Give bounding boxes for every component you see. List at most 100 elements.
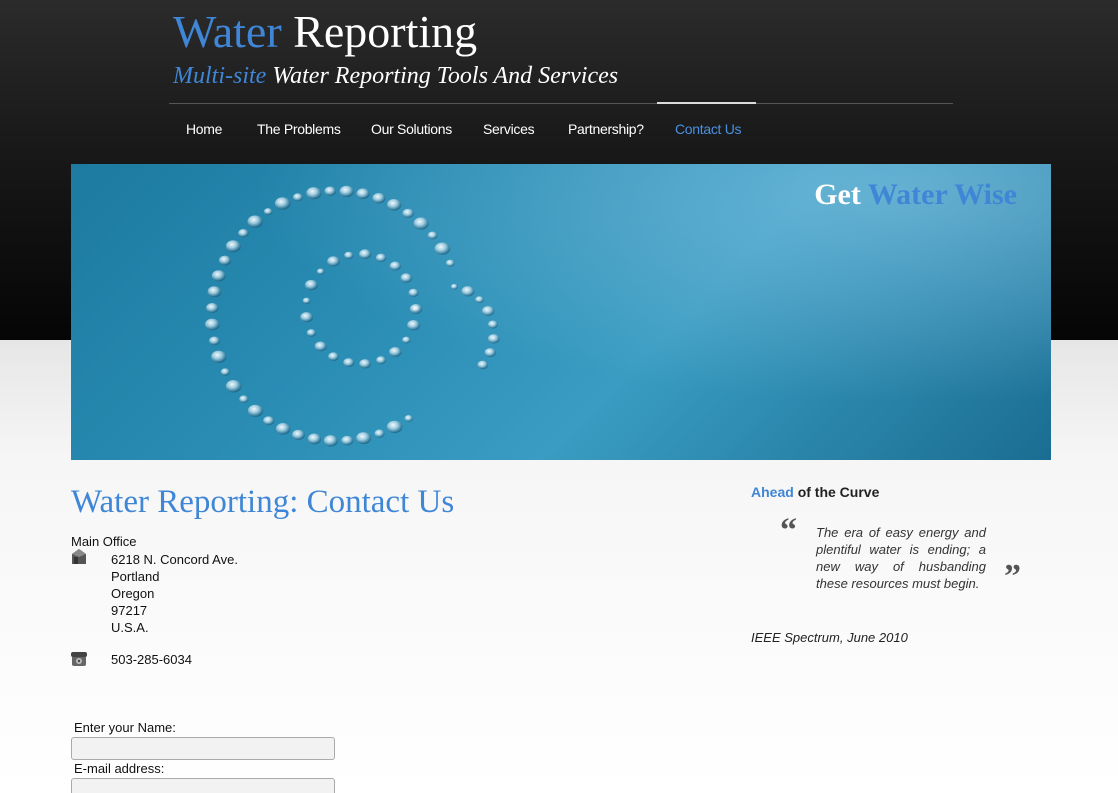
water-drop (372, 193, 386, 204)
active-tab-indicator (657, 102, 756, 104)
water-drop (413, 217, 429, 230)
water-drop (356, 432, 372, 445)
water-drop (328, 352, 339, 361)
water-drop (389, 347, 402, 357)
water-drop (475, 296, 484, 303)
water-drop (263, 208, 273, 216)
water-drop (225, 380, 242, 393)
water-drop (375, 253, 387, 262)
logo-title-water: Water (173, 6, 282, 57)
water-drop (324, 186, 336, 196)
header-divider (169, 103, 953, 104)
sidebar-heading: Ahead of the Curve (751, 484, 879, 500)
water-drop (477, 360, 489, 370)
main-nav: Home The Problems Our Solutions Services… (0, 121, 1118, 141)
tagline-multisite: Multi-site (173, 63, 267, 89)
water-drop (239, 395, 249, 403)
nav-contact-us[interactable]: Contact Us (675, 121, 742, 137)
water-drop (304, 279, 318, 291)
water-drop (487, 334, 500, 344)
banner-slogan-get: Get (814, 178, 861, 211)
water-drop (306, 187, 322, 200)
water-drop (339, 185, 354, 198)
water-drop (306, 329, 317, 337)
water-drop (218, 255, 232, 266)
sidebar-quote: The era of easy energy and plentiful wat… (816, 525, 986, 591)
water-drop (409, 304, 423, 314)
water-drop (450, 283, 458, 290)
water-drop (263, 416, 275, 426)
nav-our-solutions[interactable]: Our Solutions (371, 121, 452, 137)
water-drop (316, 268, 325, 275)
nav-the-problems[interactable]: The Problems (257, 121, 341, 137)
water-drop (307, 433, 322, 445)
quote-source: IEEE Spectrum, June 2010 (751, 630, 908, 645)
water-drop (207, 286, 222, 298)
nav-partnership[interactable]: Partnership? (568, 121, 644, 137)
office-label: Main Office (71, 534, 137, 549)
water-drop (300, 312, 313, 323)
name-label: Enter your Name: (74, 720, 176, 735)
house-icon (72, 549, 86, 564)
water-drop (445, 259, 455, 267)
water-drop (408, 288, 419, 297)
water-drop (247, 215, 263, 228)
banner-slogan: Get Water Wise (814, 178, 1017, 212)
water-drop (404, 415, 413, 422)
water-drop (323, 435, 338, 447)
office-address: 6218 N. Concord Ave. Portland Oregon 972… (111, 551, 238, 636)
hero-banner: Get Water Wise (71, 164, 1051, 460)
water-drop (209, 336, 220, 346)
water-drop (389, 261, 401, 271)
water-drop (400, 273, 413, 283)
sidebar-heading-rest: of the Curve (797, 484, 880, 500)
water-drop (343, 358, 355, 368)
water-drop (344, 251, 354, 260)
address-state: Oregon (111, 586, 155, 601)
water-drop (376, 356, 387, 365)
name-input[interactable] (71, 737, 335, 760)
water-drop (220, 368, 230, 376)
address-country: U.S.A. (111, 620, 149, 635)
water-drop (238, 229, 249, 238)
address-street: 6218 N. Concord Ave. (111, 552, 238, 567)
water-drop (327, 256, 340, 267)
page-title: Water Reporting: Contact Us (71, 484, 455, 520)
water-drop (274, 197, 291, 210)
water-drop (434, 242, 451, 255)
water-drop (292, 193, 303, 202)
nav-home[interactable]: Home (186, 121, 222, 137)
address-city: Portland (111, 569, 160, 584)
water-drop (386, 420, 403, 434)
sidebar-heading-ahead: Ahead (751, 484, 794, 500)
banner-slogan-water-wise: Water Wise (867, 178, 1017, 211)
email-input[interactable] (71, 778, 335, 793)
water-drop (481, 306, 495, 316)
telephone-icon (71, 652, 87, 666)
water-drop (356, 188, 370, 199)
water-drop (488, 320, 498, 329)
water-drop (225, 240, 241, 253)
water-drop (341, 435, 354, 446)
site-tagline: Multi-site Water Reporting Tools And Ser… (173, 60, 618, 92)
email-label: E-mail address: (74, 761, 165, 776)
water-drop (461, 286, 475, 297)
water-drop (204, 318, 220, 331)
site-logo[interactable]: Water Reporting (173, 4, 477, 60)
water-drop (247, 404, 264, 417)
logo-title-reporting: Reporting (293, 6, 478, 57)
water-drop (407, 320, 421, 331)
address-zip: 97217 (111, 603, 148, 618)
water-drop (427, 231, 438, 240)
water-drop (402, 208, 415, 218)
water-drop (359, 359, 371, 369)
water-drop (302, 297, 311, 304)
water-drop (374, 429, 385, 438)
tagline-rest: Water Reporting Tools And Services (272, 63, 619, 89)
water-drop (211, 350, 227, 363)
nav-services[interactable]: Services (483, 121, 535, 137)
water-drop (484, 348, 496, 358)
water-drop (386, 199, 402, 211)
water-drop (314, 341, 327, 352)
quote-open-icon: “ (780, 512, 797, 549)
